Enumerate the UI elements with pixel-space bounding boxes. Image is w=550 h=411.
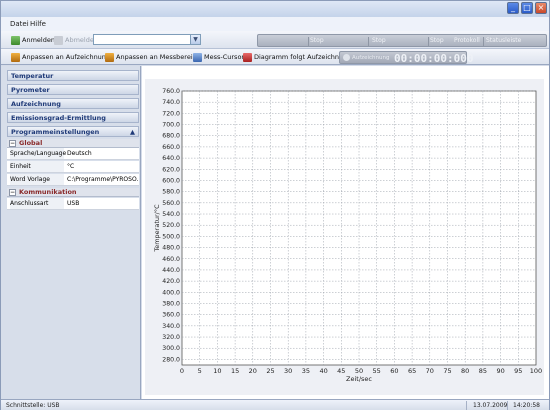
- y-axis-label: Temperatur/°C: [153, 204, 161, 253]
- x-tick-label: 65: [408, 367, 416, 375]
- y-tick-label: 720.0: [162, 110, 180, 117]
- x-tick-label: 0: [180, 367, 184, 375]
- plot-area: [181, 90, 537, 366]
- y-tick-label: 680.0: [162, 133, 180, 140]
- y-tick-label: 280.0: [162, 356, 180, 363]
- temperature-chart[interactable]: 0 5 10 15 20 25 30 35 40 45 50 55 60 65 70 75 80 85 90 95 10…: [1, 1, 550, 411]
- y-tick-label: 460.0: [162, 256, 180, 263]
- x-tick-label: 80: [461, 367, 469, 375]
- y-tick-label: 480.0: [162, 245, 180, 252]
- x-tick-label: 25: [266, 367, 274, 375]
- x-tick-label: 60: [390, 367, 398, 375]
- y-tick-label: 380.0: [162, 300, 180, 307]
- status-bar: Schnittstelle: USB 13.07.2009 14:20:58: [1, 399, 549, 410]
- x-tick-label: 5: [198, 367, 202, 375]
- x-tick-label: 35: [302, 367, 310, 375]
- app-window: _ □ × Datei Hilfe Anmelden Abmelden ▼ St…: [0, 0, 550, 410]
- y-tick-label: 440.0: [162, 267, 180, 274]
- x-tick-label: 70: [426, 367, 434, 375]
- y-tick-label: 600.0: [162, 177, 180, 184]
- y-tick-label: 620.0: [162, 166, 180, 173]
- x-tick-label: 95: [514, 367, 522, 375]
- y-tick-label: 340.0: [162, 323, 180, 330]
- y-tick-label: 360.0: [162, 312, 180, 319]
- y-tick-label: 400.0: [162, 289, 180, 296]
- x-axis-label: Zeit/sec: [346, 375, 372, 383]
- separator: [466, 401, 467, 410]
- status-date: 13.07.2009: [473, 402, 508, 409]
- x-tick-label: 10: [213, 367, 221, 375]
- y-tick-label: 420.0: [162, 278, 180, 285]
- x-tick-label: 50: [355, 367, 363, 375]
- x-tick-label: 20: [249, 367, 257, 375]
- y-tick-label: 700.0: [162, 122, 180, 129]
- status-interface: Schnittstelle: USB: [6, 402, 60, 409]
- y-tick-label: 740.0: [162, 99, 180, 106]
- y-tick-label: 560.0: [162, 200, 180, 207]
- x-tick-label: 85: [479, 367, 487, 375]
- x-tick-label: 45: [337, 367, 345, 375]
- separator: [507, 401, 508, 410]
- y-tick-label: 660.0: [162, 144, 180, 151]
- status-time: 14:20:58: [513, 402, 540, 409]
- x-tick-label: 15: [231, 367, 239, 375]
- x-tick-label: 75: [443, 367, 451, 375]
- x-tick-label: 90: [496, 367, 504, 375]
- x-tick-label: 30: [284, 367, 292, 375]
- y-tick-label: 500.0: [162, 233, 180, 240]
- y-tick-label: 580.0: [162, 189, 180, 196]
- y-tick-label: 640.0: [162, 155, 180, 162]
- x-tick-label: 40: [319, 367, 327, 375]
- y-tick-label: 540.0: [162, 211, 180, 218]
- y-tick-label: 300.0: [162, 345, 180, 352]
- y-tick-label: 520.0: [162, 222, 180, 229]
- y-tick-label: 320.0: [162, 334, 180, 341]
- x-tick-label: 55: [373, 367, 381, 375]
- y-tick-label: 760.0: [162, 88, 180, 95]
- x-tick-label: 100: [530, 367, 542, 375]
